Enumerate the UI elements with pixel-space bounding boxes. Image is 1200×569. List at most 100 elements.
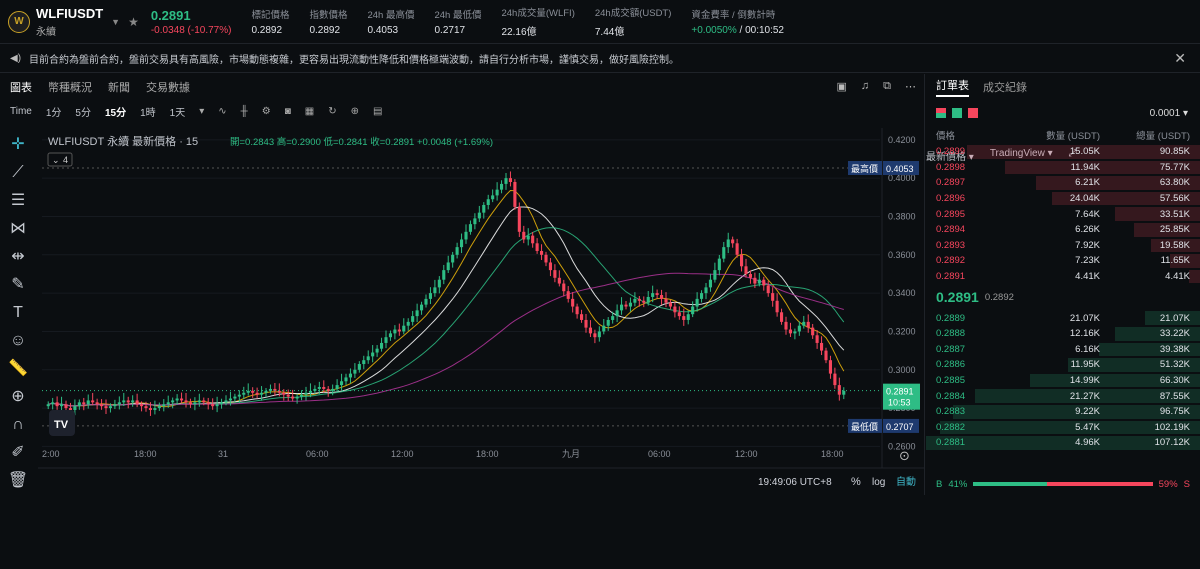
- ask-row[interactable]: 0.2894 6.26K 25.85K: [926, 222, 1200, 238]
- settings-icon[interactable]: ⚙: [262, 106, 271, 117]
- more-icon[interactable]: ⋯: [905, 80, 916, 93]
- ask-price: 0.2893: [936, 239, 966, 251]
- magnet-icon[interactable]: ∩: [12, 416, 24, 434]
- ask-row[interactable]: 0.2895 7.64K 33.51K: [926, 206, 1200, 222]
- interval-1h[interactable]: 1時: [140, 104, 156, 119]
- zoom-icon[interactable]: ⊕: [11, 388, 24, 406]
- candle-type-icon[interactable]: ╫: [241, 106, 248, 117]
- ask-row[interactable]: 0.2897 6.21K 63.80K: [926, 175, 1200, 191]
- x-tick-label: 12:00: [391, 449, 414, 459]
- tab-chart[interactable]: 圖表: [10, 79, 32, 95]
- candle-body: [51, 402, 55, 405]
- candle-body: [740, 254, 744, 267]
- tab-trading-data[interactable]: 交易數據: [146, 79, 190, 95]
- candle-body: [482, 204, 486, 213]
- candle-body: [735, 243, 739, 255]
- percent-toggle[interactable]: %: [851, 476, 861, 488]
- orderbook-panel: 訂單表 成交紀錄 0.0001 ▾ 價格 數量 (USDT) 總量 (USDT)…: [926, 74, 1200, 495]
- interval-15m[interactable]: 15分: [105, 104, 126, 119]
- bid-row[interactable]: 0.2883 9.22K 96.75K: [926, 404, 1200, 420]
- candle-body: [553, 270, 557, 278]
- candle-body: [433, 287, 437, 294]
- candle-body: [713, 270, 717, 280]
- trendline-icon[interactable]: ⟋: [12, 164, 23, 182]
- fib-icon[interactable]: ☰: [11, 192, 25, 210]
- auto-toggle[interactable]: 自動: [896, 475, 916, 488]
- measure-icon[interactable]: ⇹: [11, 248, 24, 266]
- ask-row[interactable]: 0.2893 7.92K 19.58K: [926, 238, 1200, 254]
- add-icon[interactable]: ⊕: [351, 106, 359, 117]
- bid-row[interactable]: 0.2884 21.27K 87.55K: [926, 388, 1200, 404]
- goto-realtime-icon[interactable]: ⊙: [899, 449, 910, 464]
- ask-price: 0.2891: [936, 271, 966, 283]
- chevron-down-icon[interactable]: ▼: [111, 17, 120, 27]
- lock-icon[interactable]: ✐: [11, 444, 24, 462]
- bid-qty: 21.07K: [1069, 312, 1100, 324]
- ask-qty: 6.21K: [1075, 177, 1100, 189]
- bid-row[interactable]: 0.2882 5.47K 102.19K: [926, 420, 1200, 436]
- y-tick-label: 0.3600: [888, 250, 916, 260]
- symbol-selector[interactable]: WLFIUSDT 永續: [36, 6, 103, 38]
- stat-funding[interactable]: 資金費率 / 倒數計時 +0.0050% / 00:10:52: [691, 7, 784, 36]
- reset-icon[interactable]: ↻: [328, 106, 336, 117]
- candle-body: [237, 394, 241, 397]
- ask-row[interactable]: 0.2899 15.05K 90.85K: [926, 144, 1200, 160]
- bid-row[interactable]: 0.2888 12.16K 33.22K: [926, 326, 1200, 342]
- grid-icon[interactable]: ▤: [373, 106, 382, 117]
- buy-ratio: 41%: [948, 478, 968, 490]
- chevron-down-icon[interactable]: ▾: [199, 106, 204, 117]
- copy-icon[interactable]: ⧉: [883, 80, 891, 93]
- candle-body: [704, 287, 708, 294]
- pattern-icon[interactable]: ⋈: [10, 220, 26, 238]
- ask-row[interactable]: 0.2898 11.94K 75.77K: [926, 160, 1200, 176]
- interval-1d[interactable]: 1天: [170, 104, 186, 119]
- ruler-icon[interactable]: 📏: [8, 360, 28, 378]
- emoji-icon[interactable]: ☺: [10, 332, 26, 350]
- bid-row[interactable]: 0.2886 11.95K 51.32K: [926, 357, 1200, 373]
- template-icon[interactable]: ▦: [305, 106, 314, 117]
- stat-24h-turnover: 24h成交額(USDT) 7.44億: [595, 5, 672, 38]
- candlestick-chart[interactable]: WLFIUSDT 永續 最新價格 · 15 開=0.2843 高=0.2900 …: [38, 128, 924, 495]
- candle-body: [86, 400, 90, 405]
- ask-row[interactable]: 0.2891 4.41K 4.41K: [926, 269, 1200, 285]
- tab-orderbook[interactable]: 訂單表: [936, 77, 969, 97]
- interval-time[interactable]: Time: [10, 106, 32, 117]
- symbol-name[interactable]: WLFIUSDT: [36, 6, 103, 21]
- ask-row[interactable]: 0.2896 24.04K 57.56K: [926, 191, 1200, 207]
- indicator-chevron[interactable]: ⌄: [52, 155, 60, 165]
- layout-icon[interactable]: ▣: [836, 80, 846, 93]
- alert-icon[interactable]: ♫: [861, 80, 869, 93]
- interval-1m[interactable]: 1分: [46, 104, 62, 119]
- log-toggle[interactable]: log: [872, 477, 885, 488]
- candle-body: [100, 404, 104, 407]
- tab-trades[interactable]: 成交紀錄: [983, 79, 1027, 95]
- tab-news[interactable]: 新聞: [108, 79, 130, 95]
- interval-5m[interactable]: 5分: [75, 104, 91, 119]
- bid-row[interactable]: 0.2887 6.16K 39.38K: [926, 342, 1200, 358]
- ask-total: 25.85K: [1159, 224, 1190, 236]
- trash-icon[interactable]: 🗑: [8, 472, 28, 490]
- brush-icon[interactable]: ✎: [11, 276, 24, 294]
- candle-body: [348, 373, 352, 378]
- camera-icon[interactable]: ◙: [285, 106, 291, 117]
- close-icon[interactable]: ✕: [1174, 50, 1186, 67]
- ask-total: 90.85K: [1159, 146, 1190, 158]
- favorite-star-icon[interactable]: ★: [128, 15, 139, 29]
- tick-size-select[interactable]: 0.0001 ▾: [1150, 108, 1188, 119]
- candle-body: [513, 181, 517, 207]
- bid-row[interactable]: 0.2881 4.96K 107.12K: [926, 435, 1200, 451]
- ask-price: 0.2898: [936, 161, 966, 173]
- ask-price: 0.2894: [936, 224, 966, 236]
- bid-row[interactable]: 0.2889 21.07K 21.07K: [926, 310, 1200, 326]
- view-asks-icon[interactable]: [968, 108, 978, 118]
- text-icon[interactable]: T: [13, 304, 23, 322]
- candle-body: [60, 404, 64, 407]
- view-both-icon[interactable]: [936, 108, 946, 118]
- candle-body: [380, 342, 384, 349]
- tab-overview[interactable]: 幣種概況: [48, 79, 92, 95]
- crosshair-icon[interactable]: ✛: [11, 136, 24, 154]
- view-bids-icon[interactable]: [952, 108, 962, 118]
- bid-row[interactable]: 0.2885 14.99K 66.30K: [926, 373, 1200, 389]
- ask-row[interactable]: 0.2892 7.23K 11.65K: [926, 253, 1200, 269]
- indicators-icon[interactable]: ∿: [218, 106, 226, 117]
